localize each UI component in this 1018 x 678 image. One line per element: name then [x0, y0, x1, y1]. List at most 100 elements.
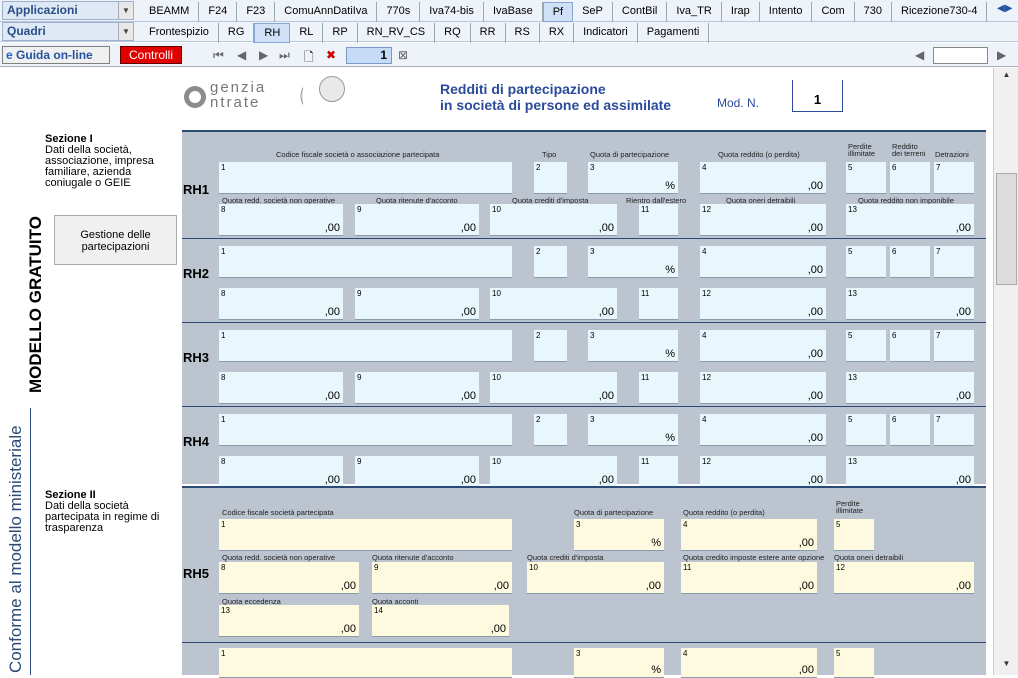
tab-comuanndatiiva[interactable]: ComuAnnDatiIva [275, 2, 378, 22]
cf-field[interactable]: 1 [219, 414, 512, 446]
goto-page-icon[interactable]: ⊠ [398, 48, 408, 62]
acconti-field[interactable]: 14,00 [372, 605, 509, 637]
tab-sep[interactable]: SeP [573, 2, 613, 22]
terreni-field[interactable]: 6 [890, 246, 930, 278]
cf-field[interactable]: 1 [219, 162, 512, 194]
quota-reddito-field[interactable]: 4,00 [700, 246, 826, 278]
tipo-field[interactable]: 2 [534, 162, 567, 194]
rientro-field[interactable]: 11 [639, 288, 678, 320]
page-number-field[interactable]: 1 [346, 47, 392, 64]
oneri-field[interactable]: 12,00 [834, 562, 974, 594]
crediti-field[interactable]: 10,00 [490, 204, 617, 236]
quota-reddito-field[interactable]: 4,00 [681, 648, 817, 678]
oneri-field[interactable]: 12,00 [700, 456, 826, 488]
non-imponibile-field[interactable]: 13,00 [846, 372, 974, 404]
non-imponibile-field[interactable]: 13,00 [846, 204, 974, 236]
tab-770s[interactable]: 770s [377, 2, 421, 22]
quadri-tab-rs[interactable]: RS [506, 23, 540, 43]
cf-field[interactable]: 1 [219, 519, 512, 551]
tipo-field[interactable]: 2 [534, 246, 567, 278]
ritenute-field[interactable]: 9,00 [372, 562, 512, 594]
crediti-field[interactable]: 10,00 [490, 288, 617, 320]
cf-field[interactable]: 1 [219, 648, 512, 678]
tab-ivabase[interactable]: IvaBase [484, 2, 543, 22]
detrazioni-field[interactable]: 7 [934, 330, 974, 362]
perdite-field[interactable]: 5 [834, 648, 874, 678]
quadri-tab-rp[interactable]: RP [323, 23, 358, 43]
quota-reddito-field[interactable]: 4,00 [700, 162, 826, 194]
detrazioni-field[interactable]: 7 [934, 246, 974, 278]
tab-contbil[interactable]: ContBil [613, 2, 668, 22]
non-imponibile-field[interactable]: 13,00 [846, 456, 974, 488]
rientro-field[interactable]: 11 [639, 456, 678, 488]
quadri-tab-rq[interactable]: RQ [435, 23, 471, 43]
oneri-field[interactable]: 12,00 [700, 288, 826, 320]
non-operative-field[interactable]: 8,00 [219, 562, 359, 594]
ritenute-field[interactable]: 9,00 [355, 372, 479, 404]
tab-730[interactable]: 730 [855, 2, 893, 22]
detrazioni-field[interactable]: 7 [934, 162, 974, 194]
quota-reddito-field[interactable]: 4,00 [700, 330, 826, 362]
perdite-field[interactable]: 5 [846, 162, 886, 194]
cf-field[interactable]: 1 [219, 330, 512, 362]
quadri-tab-rn_rv_cs[interactable]: RN_RV_CS [358, 23, 436, 43]
crediti-esteri-field[interactable]: 11,00 [681, 562, 817, 594]
rientro-field[interactable]: 11 [639, 372, 678, 404]
quota-part-field[interactable]: 3% [574, 648, 664, 678]
tipo-field[interactable]: 2 [534, 414, 567, 446]
delete-page-icon[interactable]: ✖ [326, 48, 336, 62]
quota-part-field[interactable]: 3% [588, 246, 678, 278]
prev-icon[interactable]: ◀ [915, 48, 924, 62]
terreni-field[interactable]: 6 [890, 330, 930, 362]
next-page-icon[interactable]: ▶ [259, 48, 268, 62]
search-field[interactable] [933, 47, 988, 64]
ritenute-field[interactable]: 9,00 [355, 288, 479, 320]
rientro-field[interactable]: 11 [639, 204, 678, 236]
prev-page-icon[interactable]: ◀ [237, 48, 246, 62]
non-operative-field[interactable]: 8,00 [219, 204, 343, 236]
quota-part-field[interactable]: 3% [588, 162, 678, 194]
tab-f24[interactable]: F24 [199, 2, 238, 22]
vertical-scrollbar[interactable]: ▲ ▼ [993, 68, 1018, 675]
first-page-icon[interactable]: ⏮ [213, 48, 224, 63]
scroll-arrows-icon[interactable]: ◀▶ [997, 3, 1012, 14]
perdite-field[interactable]: 5 [834, 519, 874, 551]
applicazioni-combo[interactable]: Applicazioni ▼ [2, 1, 134, 20]
ritenute-field[interactable]: 9,00 [355, 456, 479, 488]
oneri-field[interactable]: 12,00 [700, 204, 826, 236]
cf-field[interactable]: 1 [219, 246, 512, 278]
quota-part-field[interactable]: 3% [588, 414, 678, 446]
scroll-up-icon[interactable]: ▲ [996, 70, 1017, 84]
quadri-tab-rx[interactable]: RX [540, 23, 575, 43]
guida-online-button[interactable]: e Guida on-line [2, 46, 110, 64]
new-page-icon[interactable]: 🗋 [304, 48, 314, 69]
non-operative-field[interactable]: 8,00 [219, 288, 343, 320]
tipo-field[interactable]: 2 [534, 330, 567, 362]
scroll-thumb[interactable] [996, 173, 1017, 285]
non-operative-field[interactable]: 8,00 [219, 456, 343, 488]
gestione-partecipazioni-button[interactable]: Gestione delle partecipazioni [54, 215, 177, 265]
crediti-field[interactable]: 10,00 [490, 456, 617, 488]
tab-com[interactable]: Com [812, 2, 855, 22]
crediti-field[interactable]: 10,00 [527, 562, 664, 594]
mod-number-field[interactable]: 1 [792, 80, 843, 112]
perdite-field[interactable]: 5 [846, 246, 886, 278]
tab-iva74-bis[interactable]: Iva74-bis [420, 2, 484, 22]
crediti-field[interactable]: 10,00 [490, 372, 617, 404]
quadri-tab-frontespizio[interactable]: Frontespizio [140, 23, 219, 43]
quadri-tab-rh[interactable]: RH [254, 23, 291, 43]
terreni-field[interactable]: 6 [890, 162, 930, 194]
last-page-icon[interactable]: ⏭ [279, 48, 290, 63]
quadri-tab-pagamenti[interactable]: Pagamenti [638, 23, 710, 43]
tab-iva_tr[interactable]: Iva_TR [667, 2, 722, 22]
oneri-field[interactable]: 12,00 [700, 372, 826, 404]
quadri-tab-rr[interactable]: RR [471, 23, 506, 43]
tab-ricezione730-4[interactable]: Ricezione730-4 [892, 2, 988, 22]
scroll-down-icon[interactable]: ▼ [996, 659, 1017, 673]
quadri-combo[interactable]: Quadri ▼ [2, 22, 134, 41]
perdite-field[interactable]: 5 [846, 414, 886, 446]
quadri-tab-rg[interactable]: RG [219, 23, 255, 43]
perdite-field[interactable]: 5 [846, 330, 886, 362]
controlli-button[interactable]: Controlli [120, 46, 182, 64]
next-icon[interactable]: ▶ [997, 48, 1006, 62]
